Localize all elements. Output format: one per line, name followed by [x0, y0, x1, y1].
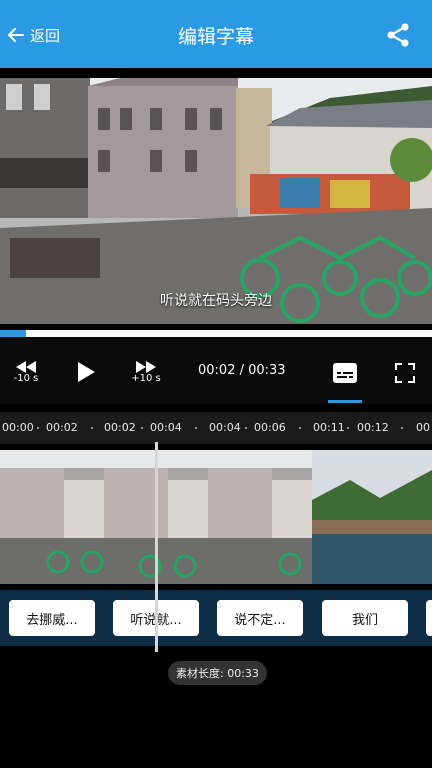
forward-icon	[136, 361, 156, 373]
fullscreen-icon[interactable]	[395, 363, 415, 383]
subtitle-icon[interactable]	[333, 363, 357, 383]
playback-time: 00:02 / 00:33	[198, 363, 286, 378]
play-icon[interactable]	[76, 361, 96, 383]
page-title: 编辑字幕	[177, 26, 254, 48]
timeline-ruler: 00:00 00:02 00:02 00:04 00:04 00:06 00:1…	[0, 412, 432, 444]
forward-label: +10 s	[131, 373, 161, 384]
video-thumbnail-strip[interactable]	[0, 450, 432, 584]
video-subtitle: 听说就在码头旁边	[160, 293, 272, 309]
rewind-label: -10 s	[13, 373, 39, 384]
top-bar: 返回 编辑字幕	[0, 0, 432, 68]
progress-fill	[0, 330, 26, 337]
subtitle-track: 去挪威... 听说就... 说不定... 我们	[0, 590, 432, 646]
subtitle-chip[interactable]: 我们	[322, 600, 408, 636]
subtitle-active-indicator	[328, 400, 362, 403]
rewind-button[interactable]: -10 s	[8, 361, 44, 384]
ruler-dots	[37, 427, 403, 429]
subtitle-chip[interactable]: 说不定...	[217, 600, 303, 636]
timeline-playhead[interactable]	[155, 442, 158, 652]
video-player[interactable]: 听说就在码头旁边	[0, 78, 432, 324]
subtitle-chip[interactable]: 去挪威...	[9, 600, 95, 636]
forward-button[interactable]: +10 s	[128, 361, 164, 384]
material-length-badge: 素材长度: 00:33	[168, 661, 267, 685]
playback-progress-bar[interactable]	[0, 330, 432, 337]
rewind-icon	[16, 361, 36, 373]
player-controls: -10 s +10 s 00:02 / 00:33	[0, 337, 432, 404]
video-frame	[0, 78, 432, 324]
thumbnail-frames	[0, 450, 432, 584]
subtitle-chip[interactable]	[426, 600, 432, 636]
share-icon[interactable]	[386, 22, 410, 48]
